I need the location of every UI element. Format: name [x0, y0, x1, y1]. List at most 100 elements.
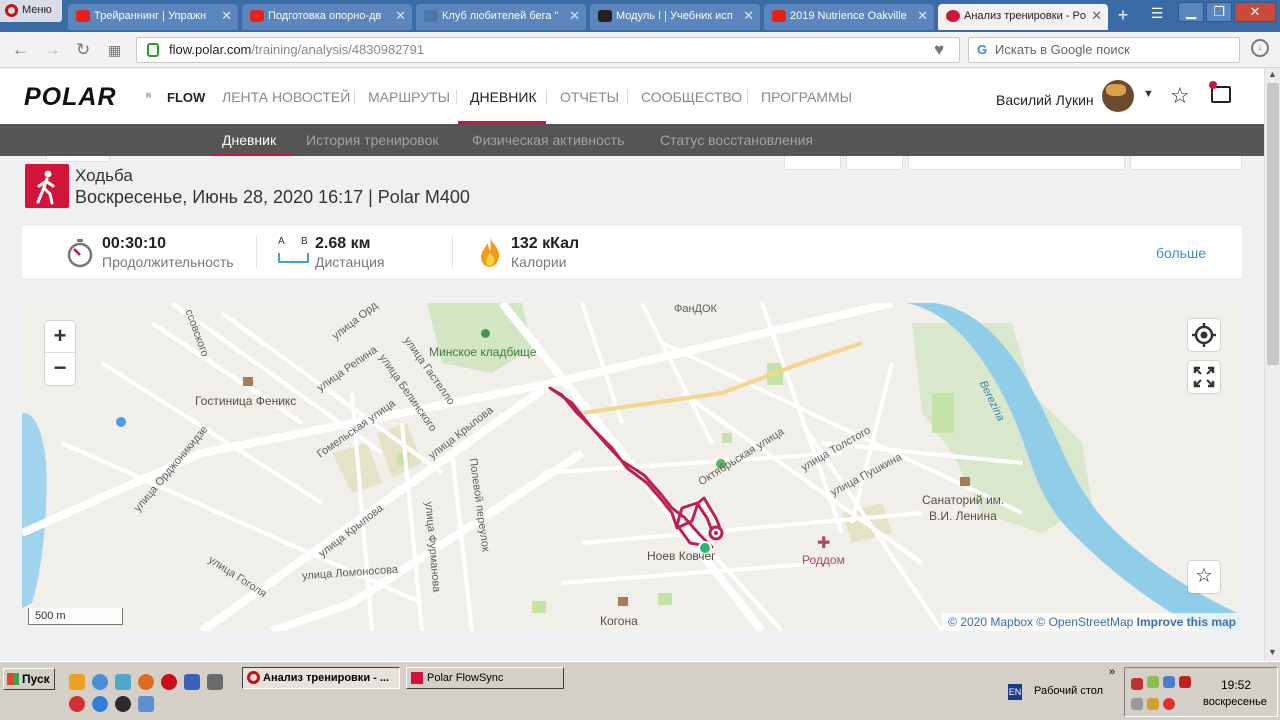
chrome-icon[interactable]	[92, 674, 108, 690]
osm-link[interactable]: © OpenStreetMap	[1036, 615, 1133, 629]
tab-title: Анализ тренировки - Po	[964, 10, 1086, 22]
download-icon[interactable]: ↓	[1251, 39, 1269, 57]
forward-icon[interactable]: →	[44, 40, 61, 60]
user-name[interactable]: Василий Лукин	[996, 92, 1094, 108]
new-tab-icon[interactable]: +	[1112, 4, 1134, 26]
reload-icon[interactable]: ↻	[76, 40, 90, 60]
browser-tab[interactable]: Клуб любителей бега " ✕	[416, 4, 586, 30]
scroll-up-icon[interactable]: ▲	[1268, 69, 1277, 79]
desktop-toolbar-label[interactable]: Рабочий стол	[1034, 685, 1103, 697]
calculator-icon[interactable]	[207, 674, 223, 690]
page-scrollbar[interactable]: ▲ ▼	[1264, 69, 1280, 661]
tray-icon[interactable]	[1147, 698, 1159, 710]
fullscreen-button[interactable]	[1188, 361, 1220, 393]
menu-label: Меню	[22, 4, 52, 16]
close-tab-icon[interactable]: ✕	[743, 4, 754, 28]
browser-tab[interactable]: 2019 Nutrience Oakville ✕	[764, 4, 934, 30]
zoom-out-button[interactable]: −	[45, 353, 75, 385]
share-button[interactable]	[784, 156, 841, 170]
nav-programs[interactable]: ПРОГРАММЫ	[761, 89, 852, 105]
quicklaunch-icon[interactable]	[138, 696, 154, 712]
subnav-recovery-status[interactable]: Статус восстановления	[660, 132, 813, 148]
locate-button[interactable]	[1188, 319, 1220, 351]
browser-tab[interactable]: Модуль I | Учебник исп ✕	[590, 4, 760, 30]
close-tab-icon[interactable]: ✕	[395, 4, 406, 28]
close-window-icon[interactable]: ✕	[1234, 2, 1276, 22]
opera-icon[interactable]	[161, 674, 177, 690]
map-scale: 500 m	[28, 608, 123, 625]
chevron-right-icon[interactable]: »	[1109, 666, 1115, 678]
subnav-diary[interactable]: Дневник	[222, 132, 276, 148]
duration-label: Продолжительность	[102, 254, 234, 270]
taskbar-item-browser[interactable]: Анализ тренировки - ...	[242, 667, 400, 689]
opera-logo-icon	[5, 4, 18, 17]
close-tab-icon[interactable]: ✕	[917, 4, 928, 28]
nav-routes[interactable]: МАРШРУТЫ	[368, 89, 450, 105]
antivirus-icon[interactable]	[1179, 676, 1191, 688]
quicklaunch-icon[interactable]	[69, 674, 85, 690]
tray-icon[interactable]	[1163, 676, 1175, 688]
cemetery-icon	[481, 329, 490, 338]
nav-diary[interactable]: ДНЕВНИК	[470, 89, 537, 105]
yandex-icon[interactable]	[69, 696, 85, 712]
bookmark-heart-icon[interactable]: ♥	[934, 40, 944, 60]
save-icon[interactable]	[184, 674, 200, 690]
star-icon: ☆	[1195, 565, 1213, 587]
more-actions-button[interactable]	[1130, 156, 1242, 170]
tray-icon[interactable]	[1131, 678, 1143, 690]
edit-button[interactable]	[846, 156, 903, 170]
mapbox-link[interactable]: © 2020 Mapbox	[948, 615, 1033, 629]
nav-reports[interactable]: ОТЧЕТЫ	[560, 89, 619, 105]
browser-tab-active[interactable]: Анализ тренировки - Po ✕	[938, 4, 1108, 30]
back-link[interactable]	[46, 156, 110, 162]
map-label: Ноев Ковчег	[647, 549, 716, 563]
nav-community[interactable]: СООБЩЕСТВО	[641, 89, 742, 105]
favorite-route-button[interactable]: ☆	[1188, 561, 1220, 593]
polar-logo[interactable]: POLAR	[24, 83, 117, 112]
hospital-icon: ✚	[817, 535, 831, 552]
avatar[interactable]	[1102, 80, 1134, 112]
nav-news-feed[interactable]: ЛЕНТА НОВОСТЕЙ	[222, 89, 350, 105]
tab-menu-icon[interactable]: ☰	[1146, 5, 1168, 25]
tray-icon[interactable]	[1147, 676, 1159, 688]
route-map[interactable]: ✚ ФанДОК Минское кладбище Гостиница Фени…	[22, 303, 1242, 631]
opera-tray-icon[interactable]	[1163, 698, 1175, 710]
taskbar-item-flowsync[interactable]: Polar FlowSync	[406, 667, 564, 689]
scroll-down-icon[interactable]: ▼	[1268, 647, 1277, 657]
browser-tab[interactable]: Трейраннинг | Упражн ✕	[68, 4, 238, 30]
language-indicator[interactable]: EN	[1008, 684, 1022, 700]
ie-icon[interactable]	[92, 696, 108, 712]
start-label: Пуск	[22, 672, 50, 686]
close-tab-icon[interactable]: ✕	[221, 4, 232, 28]
quicklaunch-icon[interactable]	[115, 674, 131, 690]
maximize-window-icon[interactable]: ❐	[1206, 2, 1232, 22]
map-label: ФанДОК	[674, 303, 717, 315]
opera-menu-button[interactable]: Меню	[0, 0, 62, 22]
media-player-icon[interactable]	[115, 696, 131, 712]
flame-icon	[478, 236, 502, 273]
zoom-in-button[interactable]: +	[45, 321, 75, 353]
minimize-window-icon[interactable]: ▁	[1178, 2, 1204, 22]
more-link[interactable]: больше	[1156, 245, 1206, 261]
clock-time[interactable]: 19:52	[1221, 678, 1251, 692]
search-input[interactable]: G Искать в Google поиск	[968, 37, 1240, 63]
address-bar[interactable]: flow.polar.com/training/analysis/4830982…	[136, 37, 960, 63]
improve-map-link[interactable]: Improve this map	[1137, 615, 1236, 629]
browser-tab[interactable]: Подготовка опорно-дв ✕	[242, 4, 412, 30]
start-button[interactable]: Пуск	[3, 668, 55, 690]
star-icon[interactable]: ☆	[1170, 83, 1190, 109]
map-attribution: © 2020 Mapbox © OpenStreetMap Improve th…	[942, 613, 1242, 631]
speed-dial-icon[interactable]: ▦	[108, 42, 121, 59]
close-tab-icon[interactable]: ✕	[1091, 4, 1102, 28]
url-host: flow.polar.com	[169, 42, 252, 57]
chevron-down-icon[interactable]: ▼	[1143, 88, 1154, 100]
close-tab-icon[interactable]: ✕	[569, 4, 580, 28]
scroll-thumb[interactable]	[1267, 83, 1279, 365]
subnav-activity[interactable]: Физическая активность	[472, 132, 624, 148]
tray-icon[interactable]	[1131, 698, 1143, 710]
export-button[interactable]	[908, 156, 1125, 170]
subnav-training-history[interactable]: История тренировок	[306, 132, 438, 148]
back-icon[interactable]: ←	[12, 40, 29, 60]
map-label: Санаторий им.	[922, 493, 1005, 507]
firefox-icon[interactable]	[138, 674, 154, 690]
